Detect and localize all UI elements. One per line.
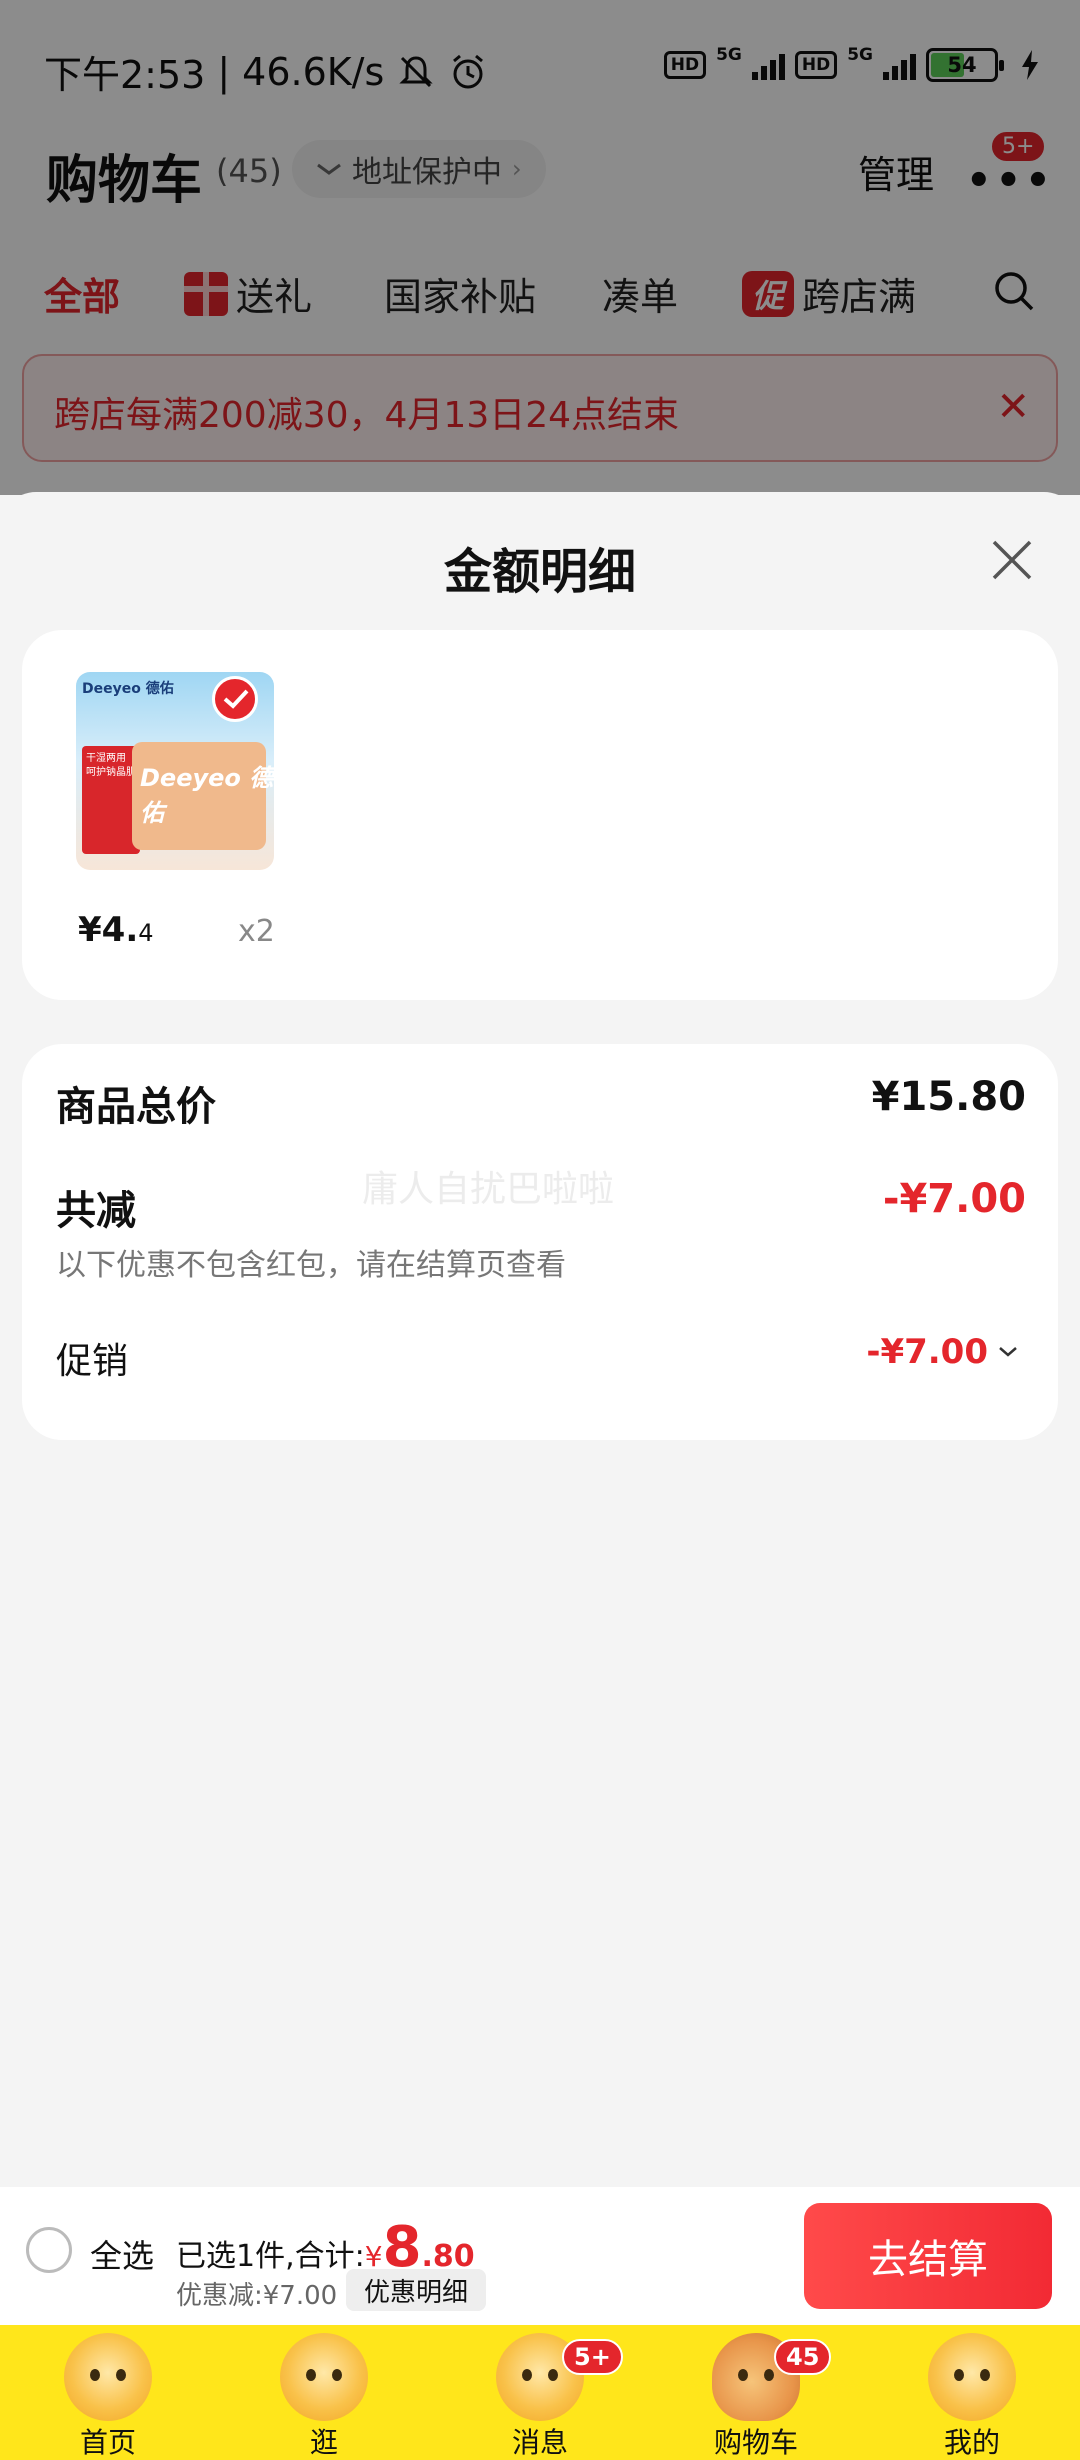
amount-detail-sheet: 金额明细 Deeyeo 德佑 干湿两用 呵护钠晶肌 Deeyeo 德佑 ¥4.4… — [0, 492, 1080, 2187]
sheet-title: 金额明细 — [443, 544, 636, 600]
checkout-button[interactable]: 去结算 — [804, 2203, 1052, 2309]
promotion-row-toggle[interactable]: -¥7.00 — [866, 1332, 1018, 1372]
chevron-down-icon — [999, 1347, 1017, 1357]
select-all-radio[interactable] — [26, 2227, 72, 2273]
bottom-nav: 首页 逛 5+ 消息 45 购物车 我的 — [0, 2325, 1080, 2460]
nav-profile[interactable]: 我的 — [864, 2325, 1080, 2460]
nav-home[interactable]: 首页 — [0, 2325, 216, 2460]
price-sub: 4 — [138, 919, 154, 947]
pack-brand-text: Deeyeo 德佑 — [140, 764, 274, 827]
checkout-bar: 全选 已选1件,合计: ¥ 8 .80 优惠减:¥7.00 优惠明细 去结算 — [0, 2187, 1080, 2325]
nav-label: 购物车 — [713, 2426, 798, 2459]
thumb-brand: Deeyeo 德佑 — [82, 681, 174, 697]
home-mascot-icon — [64, 2333, 152, 2421]
nav-label: 消息 — [511, 2426, 568, 2459]
nav-label: 首页 — [79, 2426, 136, 2459]
selected-check-icon[interactable] — [212, 676, 258, 722]
discount-note: 以下优惠不包含红包，请在结算页查看 — [56, 1248, 566, 1283]
product-price: ¥4.4 — [78, 910, 154, 950]
total-price-label: 商品总价 — [56, 1084, 216, 1130]
discount-summary: 优惠减:¥7.00 — [176, 2281, 338, 2311]
selected-text: 已选1件,合计: — [176, 2239, 365, 2274]
select-all-label[interactable]: 全选 — [90, 2231, 154, 2277]
nav-browse[interactable]: 逛 — [216, 2325, 432, 2460]
message-badge: 5+ — [562, 2339, 623, 2375]
promotion-value: -¥7.00 — [866, 1332, 988, 1372]
close-icon[interactable] — [988, 536, 1036, 584]
product-quantity: x2 — [238, 914, 275, 949]
cart-badge: 45 — [774, 2339, 832, 2375]
discount-value: -¥7.00 — [882, 1176, 1026, 1222]
price-main: ¥4. — [78, 910, 139, 950]
modal-overlay[interactable] — [0, 0, 1080, 495]
product-card: Deeyeo 德佑 干湿两用 呵护钠晶肌 Deeyeo 德佑 ¥4.4 x2 — [22, 630, 1058, 1000]
thumb-tag-text: 干湿两用 呵护钠晶肌 — [86, 753, 136, 778]
price-summary-card: 庸人自扰巴啦啦 商品总价 ¥15.80 共减 -¥7.00 以下优惠不包含红包，… — [22, 1044, 1058, 1440]
nav-label: 我的 — [943, 2426, 1000, 2459]
total-price-value: ¥15.80 — [871, 1074, 1026, 1120]
discount-label: 共减 — [56, 1188, 136, 1234]
nav-label: 逛 — [309, 2426, 338, 2459]
nav-messages[interactable]: 5+ 消息 — [432, 2325, 648, 2460]
browse-mascot-icon — [280, 2333, 368, 2421]
discount-detail-button[interactable]: 优惠明细 — [346, 2269, 487, 2311]
nav-cart[interactable]: 45 购物车 — [648, 2325, 864, 2460]
promotion-label: 促销 — [56, 1341, 129, 1382]
watermark: 庸人自扰巴啦啦 — [362, 1169, 615, 1210]
profile-mascot-icon — [928, 2333, 1016, 2421]
